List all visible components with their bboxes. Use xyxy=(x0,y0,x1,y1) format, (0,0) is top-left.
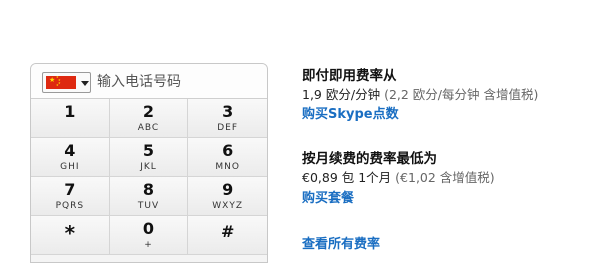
key-digit: 5 xyxy=(142,141,155,160)
china-flag-icon: ★ ★ ★ ★ ★ xyxy=(46,76,76,89)
dialpad: ★ ★ ★ ★ ★ 1 2 ABC 3 DEF 4 GHI 5 JKL 6 MNO 7 PQ… xyxy=(30,63,268,263)
key-digit: 7 xyxy=(64,180,76,199)
key-letters: ABC xyxy=(137,123,160,133)
monthly-rate-value: €0,89 包 1个月 xyxy=(302,170,392,185)
key-digit: 6 xyxy=(222,141,234,160)
key-letters: GHI xyxy=(60,162,80,172)
key-letters: + xyxy=(144,240,153,250)
key-digit: 8 xyxy=(142,180,155,199)
caret-down-icon[interactable] xyxy=(81,81,89,86)
phone-entry-row: ★ ★ ★ ★ ★ xyxy=(31,64,267,99)
key-digit: 9 xyxy=(222,180,234,199)
country-selector[interactable]: ★ ★ ★ ★ ★ xyxy=(42,72,91,93)
key-letters: PQRS xyxy=(55,201,85,211)
view-all-rates-link[interactable]: 查看所有费率 xyxy=(302,233,380,252)
buy-skype-credit-link[interactable]: 购买Skype点数 xyxy=(302,103,399,122)
key-digit: 0 xyxy=(142,219,155,238)
monthly-rate-heading: 按月续费的费率最低为 xyxy=(302,151,437,167)
buy-subscription-link[interactable]: 购买套餐 xyxy=(302,187,354,206)
monthly-rate-vat-note: (€1,02 含增值税) xyxy=(395,170,495,185)
key-letters: JKL xyxy=(140,162,157,172)
monthly-rate-line: €0,89 包 1个月 (€1,02 含增值税) xyxy=(302,167,495,186)
key-9[interactable]: 9 WXYZ xyxy=(188,177,267,216)
phone-number-input[interactable] xyxy=(97,72,257,92)
keypad-grid: 1 2 ABC 3 DEF 4 GHI 5 JKL 6 MNO 7 PQRS 8 TUV 9 W… xyxy=(31,99,267,255)
payg-rate-vat-note: (2,2 欧分/每分钟 含增值税) xyxy=(384,87,539,102)
key-6[interactable]: 6 MNO xyxy=(188,138,267,177)
payg-rate-heading: 即付即用费率从 xyxy=(302,68,397,84)
key-5[interactable]: 5 JKL xyxy=(109,138,189,177)
key-0[interactable]: 0 + xyxy=(109,216,189,255)
key-digit: 1 xyxy=(64,102,76,121)
payg-rate-value: 1,9 欧分/分钟 xyxy=(302,87,381,102)
key-letters: DEF xyxy=(217,123,239,133)
key-star[interactable]: * xyxy=(31,216,110,255)
key-letters: MNO xyxy=(215,162,240,172)
key-digit: 3 xyxy=(222,102,234,121)
key-1[interactable]: 1 xyxy=(31,99,110,138)
key-digit: * xyxy=(64,221,76,245)
payg-rate-line: 1,9 欧分/分钟 (2,2 欧分/每分钟 含增值税) xyxy=(302,84,538,103)
key-8[interactable]: 8 TUV xyxy=(109,177,189,216)
key-digit: 4 xyxy=(64,141,76,160)
key-7[interactable]: 7 PQRS xyxy=(31,177,110,216)
key-letters: WXYZ xyxy=(212,201,244,211)
key-hash[interactable]: # xyxy=(188,216,267,255)
key-digit: # xyxy=(220,222,235,241)
key-digit: 2 xyxy=(142,102,155,121)
key-4[interactable]: 4 GHI xyxy=(31,138,110,177)
key-2[interactable]: 2 ABC xyxy=(109,99,189,138)
key-letters: TUV xyxy=(137,201,160,211)
key-3[interactable]: 3 DEF xyxy=(188,99,267,138)
